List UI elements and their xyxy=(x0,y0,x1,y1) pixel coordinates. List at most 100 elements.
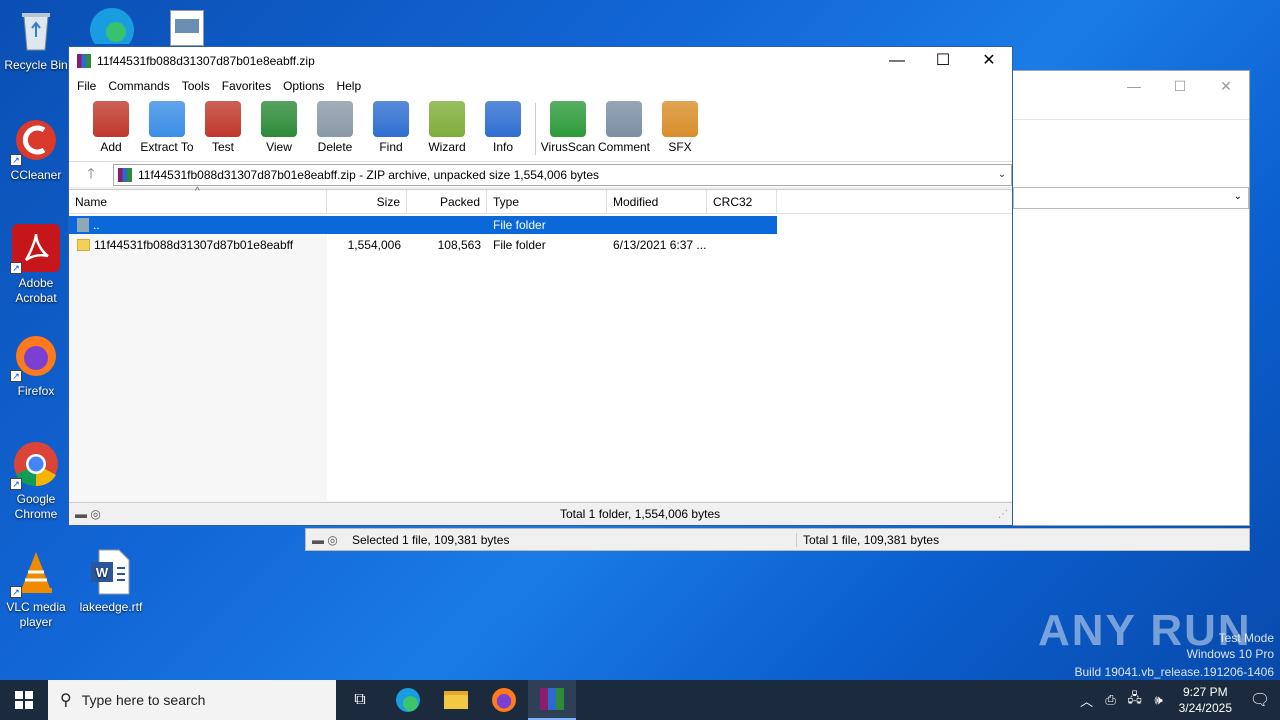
watermark-line1: Test Mode xyxy=(1218,631,1274,645)
column-size[interactable]: Size xyxy=(327,190,407,213)
magic-wand-icon xyxy=(429,101,465,137)
taskbar-file-explorer[interactable] xyxy=(432,680,480,720)
document-desktop-icon[interactable] xyxy=(170,10,204,46)
toolbar-label: Add xyxy=(100,140,122,154)
desktop-icon-google-chrome[interactable]: ↗ Google Chrome xyxy=(0,440,72,522)
magnifier-icon xyxy=(373,101,409,137)
winrar-app-icon xyxy=(77,54,91,68)
row-packed: 108,563 xyxy=(437,238,481,252)
clock[interactable]: 9:27 PM 3/24/2025 xyxy=(1171,684,1240,716)
view-book-icon xyxy=(261,101,297,137)
vlc-cone-icon: ↗ xyxy=(10,548,60,598)
desktop-icon-recycle-bin[interactable]: Recycle Bin xyxy=(0,6,72,73)
info-icon xyxy=(485,101,521,137)
close-icon[interactable]: ✕ xyxy=(1203,78,1249,95)
toolbar-label: Info xyxy=(492,140,513,154)
parent-folder-icon xyxy=(77,218,89,232)
table-row[interactable]: 11f44531fb088d31307d87b01e8eabff 1,554,0… xyxy=(69,236,777,254)
taskbar-edge[interactable] xyxy=(384,680,432,720)
task-view-button[interactable]: ⧉ xyxy=(336,680,384,720)
close-button[interactable]: ✕ xyxy=(966,47,1012,75)
status-selected: Selected 1 file, 109,381 bytes xyxy=(352,532,510,547)
taskbar-search[interactable]: ⚲ Type here to search xyxy=(48,680,336,720)
menu-commands[interactable]: Commands xyxy=(102,79,175,93)
row-size: 1,554,006 xyxy=(347,238,401,252)
chevron-down-icon: ⌄ xyxy=(997,169,1007,180)
winrar-window[interactable]: 11f44531fb088d31307d87b01e8eabff.zip — ☐… xyxy=(68,46,1013,526)
menu-file[interactable]: File xyxy=(71,79,102,93)
up-arrow-icon[interactable]: 🡑 xyxy=(69,163,113,187)
column-crc32[interactable]: CRC32 xyxy=(707,190,777,213)
toolbar-button-extract-to[interactable]: Extract To xyxy=(139,101,195,154)
menu-favorites[interactable]: Favorites xyxy=(216,79,277,93)
edge-icon xyxy=(396,688,420,712)
column-headers: Name Size Packed Type Modified CRC32 xyxy=(69,190,1012,214)
virus-scan-icon xyxy=(550,101,586,137)
add-archive-icon xyxy=(93,101,129,137)
shortcut-arrow-icon: ↗ xyxy=(10,478,22,490)
menubar: File Commands Tools Favorites Options He… xyxy=(69,75,1012,97)
column-type[interactable]: Type xyxy=(487,190,607,213)
desktop-icon-label: CCleaner xyxy=(10,168,62,182)
menu-help[interactable]: Help xyxy=(330,79,367,93)
desktop-icon-adobe-acrobat[interactable]: ↗ Adobe Acrobat xyxy=(0,224,72,306)
column-modified[interactable]: Modified xyxy=(607,190,707,213)
toolbar-button-virusscan[interactable]: VirusScan xyxy=(540,101,596,154)
desktop-icon-label: VLC media player xyxy=(6,600,66,629)
edge-desktop-icon[interactable] xyxy=(86,4,138,52)
chevron-up-icon[interactable]: ︿ xyxy=(1075,691,1099,710)
toolbar-button-comment[interactable]: Comment xyxy=(596,101,652,154)
toolbar-button-add[interactable]: Add xyxy=(83,101,139,154)
table-row[interactable]: .. File folder xyxy=(69,216,777,234)
maximize-button[interactable]: ☐ xyxy=(920,47,966,75)
name-column-background xyxy=(69,215,327,502)
volume-icon[interactable]: 🕪 xyxy=(1147,692,1171,708)
firefox-icon: ↗ xyxy=(10,332,60,382)
background-window[interactable]: — ☐ ✕ ⌄ xyxy=(1012,70,1250,526)
toolbar-button-sfx[interactable]: SFX xyxy=(652,101,708,154)
notification-icon[interactable]: 🗨 xyxy=(1240,690,1280,710)
shortcut-arrow-icon: ↗ xyxy=(10,262,22,274)
camera-icon[interactable]: ⎙ xyxy=(1099,692,1123,708)
toolbar-label: Comment xyxy=(597,140,650,154)
toolbar-button-view[interactable]: View xyxy=(251,101,307,154)
file-list[interactable]: Name Size Packed Type Modified CRC32 ^ .… xyxy=(69,186,1012,502)
toolbar-button-delete[interactable]: Delete xyxy=(307,101,363,154)
resize-grip-icon[interactable]: ⋰ xyxy=(998,509,1012,520)
folder-icon xyxy=(77,239,90,251)
maximize-icon[interactable]: ☐ xyxy=(1157,78,1203,95)
minimize-icon[interactable]: — xyxy=(1111,78,1157,94)
menu-tools[interactable]: Tools xyxy=(176,79,216,93)
search-icon: ⚲ xyxy=(60,692,72,709)
archive-icon xyxy=(118,167,132,182)
word-document-icon: W xyxy=(87,548,135,596)
menu-options[interactable]: Options xyxy=(277,79,330,93)
taskbar-firefox[interactable] xyxy=(480,680,528,720)
system-tray: ︿ ⎙ 🖧 🕪 9:27 PM 3/24/2025 🗨 xyxy=(1075,680,1280,720)
minimize-button[interactable]: — xyxy=(874,47,920,75)
desktop-icon-ccleaner[interactable]: ↗ CCleaner xyxy=(0,116,72,183)
row-packed xyxy=(407,216,487,234)
toolbar-label: SFX xyxy=(668,140,692,154)
toolbar-button-info[interactable]: Info xyxy=(475,101,531,154)
desktop-icon-vlc[interactable]: ↗ VLC media player xyxy=(0,548,72,630)
toolbar-button-test[interactable]: Test xyxy=(195,101,251,154)
toolbar: Add Extract To Test View Delete Find Wizard Inf… xyxy=(69,97,1012,161)
trash-icon xyxy=(317,101,353,137)
column-packed[interactable]: Packed xyxy=(407,190,487,213)
row-name: .. xyxy=(93,218,100,232)
row-size xyxy=(327,216,407,234)
desktop-icon-firefox[interactable]: ↗ Firefox xyxy=(0,332,72,399)
statusbar: ▬ ◎ Total 1 folder, 1,554,006 bytes ⋰ xyxy=(69,502,1012,525)
path-dropdown[interactable]: 11f44531fb088d31307d87b01e8eabff.zip - Z… xyxy=(113,163,1012,186)
row-type: File folder xyxy=(493,238,546,252)
toolbar-button-find[interactable]: Find xyxy=(363,101,419,154)
toolbar-button-wizard[interactable]: Wizard xyxy=(419,101,475,154)
taskbar-winrar[interactable] xyxy=(528,680,576,720)
firefox-icon xyxy=(492,688,516,712)
start-button[interactable] xyxy=(0,680,48,720)
background-path-dropdown[interactable]: ⌄ xyxy=(1013,187,1249,209)
test-clipboard-icon xyxy=(205,101,241,137)
desktop-icon-lakeedge-rtf[interactable]: W lakeedge.rtf xyxy=(75,548,147,615)
network-icon[interactable]: 🖧 xyxy=(1123,689,1147,711)
